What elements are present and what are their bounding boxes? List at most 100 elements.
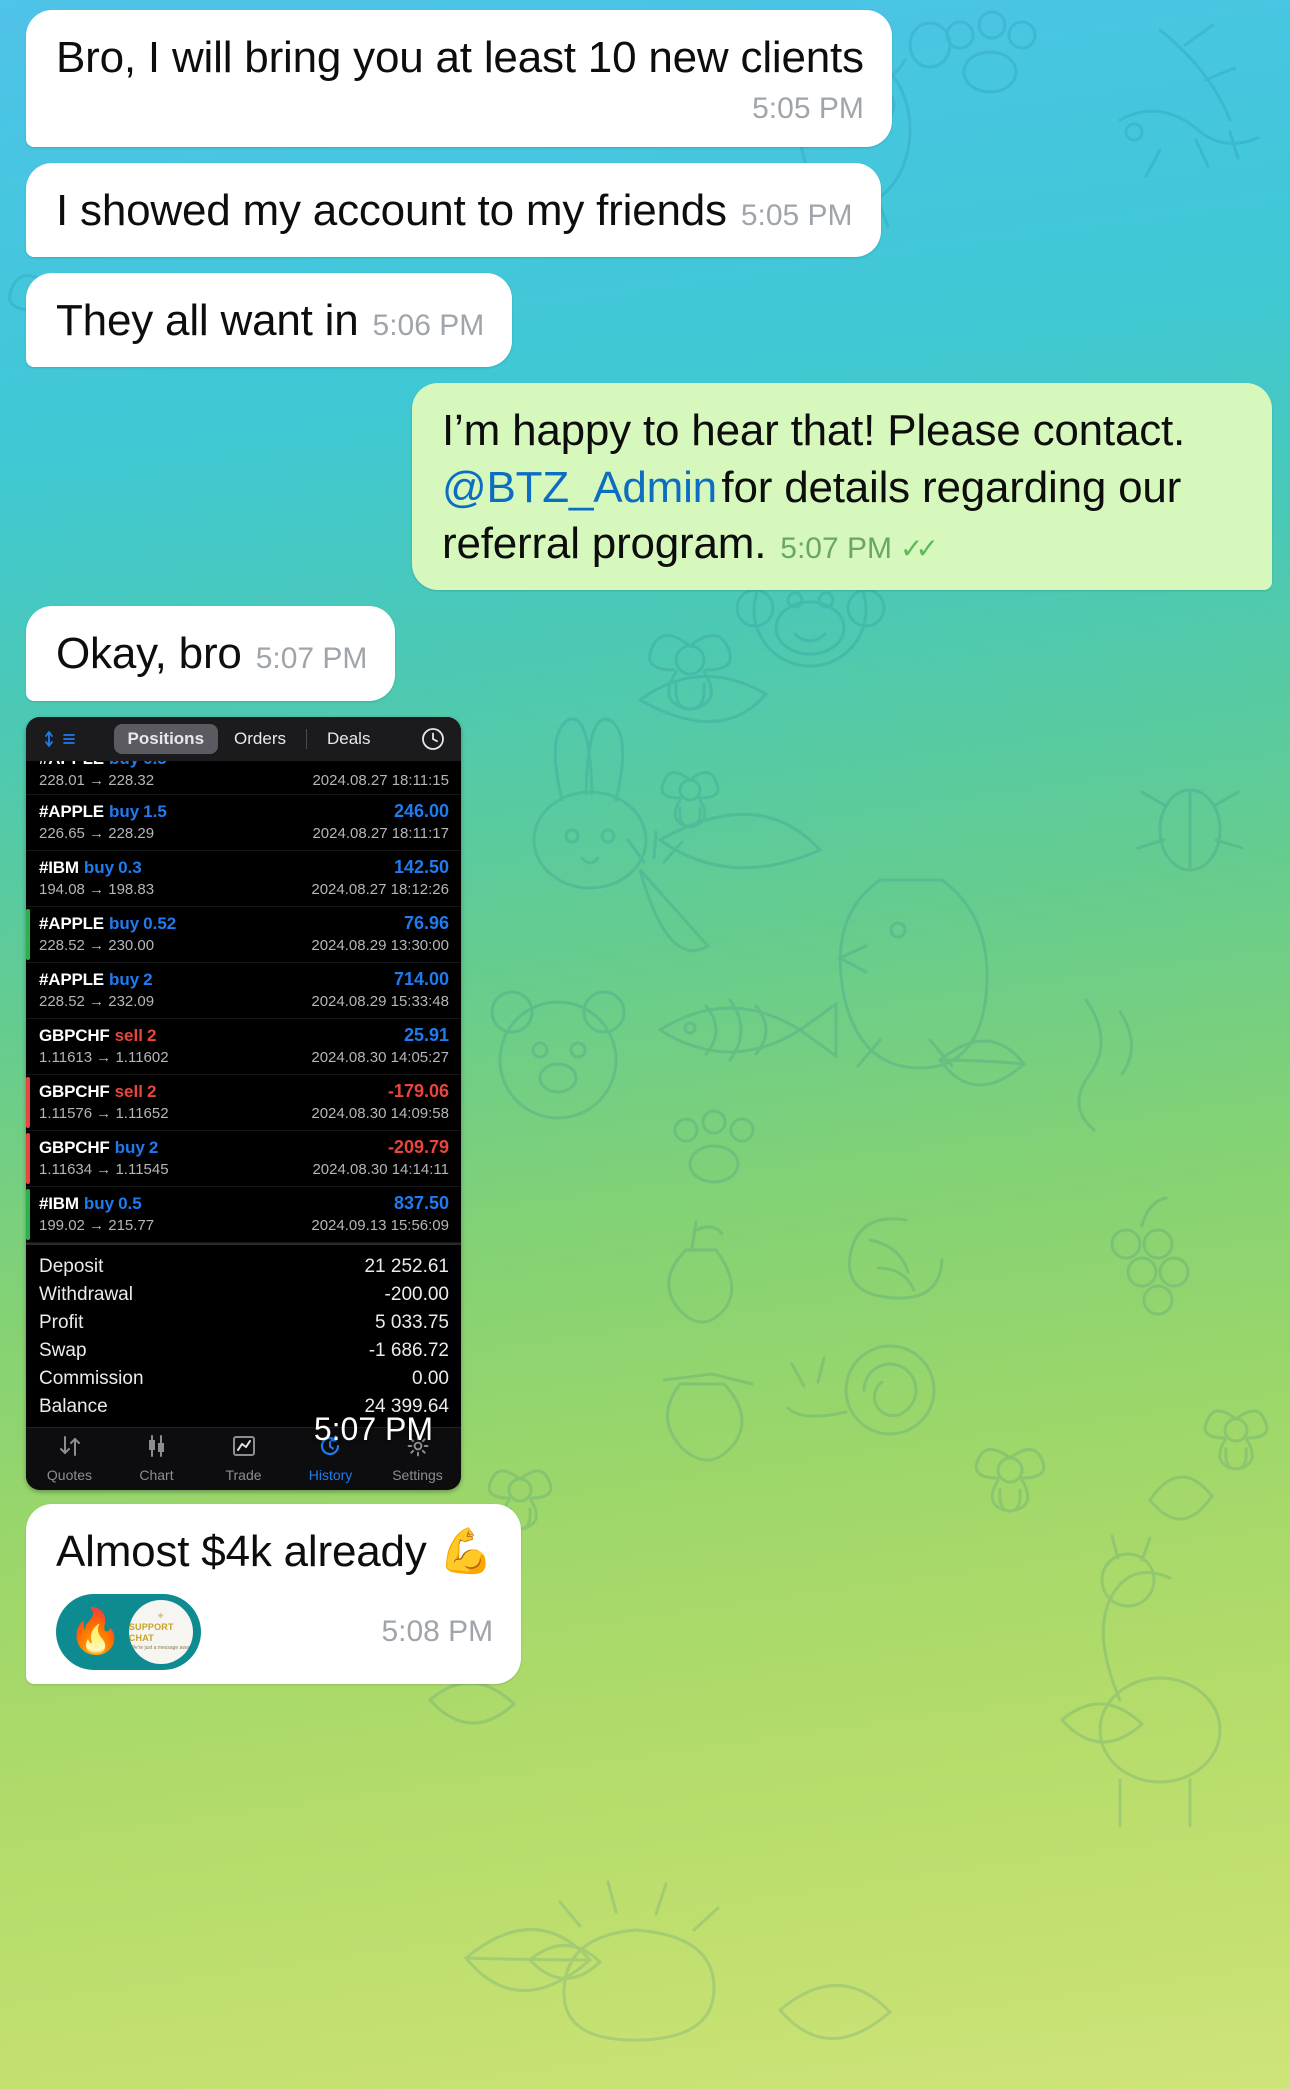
trade-open-price: 1.11576 [39, 1104, 93, 1122]
table-row[interactable]: #APPLE buy 0.52 76.96 228.52 → 230.00 2024… [26, 907, 461, 963]
trade-close-price: 1.11602 [115, 1048, 169, 1066]
trade-side: buy [83, 1193, 115, 1213]
message-text-before: I’m happy to hear that! Please contact. [442, 406, 1186, 456]
trade-close-price: 1.11545 [115, 1160, 169, 1178]
message-row: I’m happy to hear that! Please contact. … [26, 383, 1272, 591]
row-status-bar [26, 1188, 30, 1240]
mt5-app-screenshot[interactable]: Positions Orders Deals 228.01 → 228.32 2… [26, 716, 461, 1490]
trade-open-price: 194.08 [39, 880, 85, 898]
summary-value: -200.00 [384, 1283, 449, 1305]
trade-close-price: 228.32 [108, 771, 155, 789]
sort-icon[interactable] [36, 730, 83, 748]
trade-volume: 2 [148, 1137, 159, 1157]
message-text: Okay, bro [56, 629, 242, 679]
quotes-icon [57, 1434, 83, 1463]
summary-row-withdrawal: Withdrawal -200.00 [39, 1281, 449, 1309]
telegram-chat-screen: Bro, I will bring you at least 10 new cl… [0, 0, 1290, 2089]
table-row[interactable]: #APPLE buy 2 714.00 228.52 → 232.09 2024.0… [26, 963, 461, 1019]
message-time: 5:05 PM [752, 92, 864, 126]
avatar-subtitle: We're just a message away [130, 1644, 192, 1651]
tab-deals[interactable]: Deals [313, 724, 384, 754]
mt5-trade-list: #APPLEbuy0.5 228.01 → 228.32 2024.08.27 … [26, 760, 461, 1243]
message-row: I showed my account to my friends 5:05 PM [26, 162, 1272, 258]
nav-label: Chart [139, 1466, 174, 1483]
summary-label: Profit [39, 1311, 84, 1333]
trade-datetime: 2024.08.30 14:14:11 [312, 1160, 449, 1178]
trade-prices: 199.02 → 215.77 [39, 1217, 154, 1234]
trade-volume: 2 [146, 1081, 157, 1101]
trade-close-price: 198.83 [108, 880, 155, 898]
message-time: 5:08 PM [381, 1614, 494, 1648]
trade-open-price: 228.01 [39, 771, 85, 789]
arrow-icon: → [96, 1160, 112, 1178]
trade-datetime: 2024.08.27 18:11:15 [312, 771, 449, 789]
message-text: Bro, I will bring you at least 10 new cl… [56, 33, 864, 82]
nav-label: Trade [225, 1466, 262, 1483]
message-row: Bro, I will bring you at least 10 new cl… [26, 10, 1272, 147]
trade-open-price: 228.52 [39, 992, 85, 1010]
trade-prices: 226.65 → 228.29 [39, 825, 154, 842]
message-row-image: Positions Orders Deals 228.01 → 228.32 2… [26, 716, 1272, 1490]
message-text: They all want in [56, 296, 359, 346]
trade-volume: 2 [143, 969, 153, 989]
trade-pnl: 837.50 [393, 1192, 449, 1213]
message-bubble-incoming[interactable]: They all want in 5:06 PM [26, 273, 513, 368]
row-status-bar [26, 1076, 30, 1128]
trade-prices: 1.11634 → 1.11545 [39, 1161, 169, 1178]
nav-item-trade[interactable]: Trade [200, 1434, 287, 1483]
tab-orders[interactable]: Orders [220, 724, 300, 754]
trade-symbol: #APPLE [39, 913, 104, 933]
clock-icon[interactable] [415, 727, 451, 751]
trade-prices: 228.01 → 228.32 [39, 772, 154, 789]
reaction-pill[interactable]: 🔥 ❈ SUPPORT CHAT We're just a message aw… [56, 1593, 201, 1670]
message-bubble-incoming[interactable]: Okay, bro 5:07 PM [26, 606, 396, 701]
table-row[interactable]: #APPLE buy 1.5 246.00 226.65 → 228.29 2024… [26, 795, 461, 851]
message-bubble-incoming[interactable]: I showed my account to my friends 5:05 PM [26, 162, 881, 258]
table-row[interactable]: #IBM buy 0.3 142.50 194.08 → 198.83 2024.0… [26, 851, 461, 907]
table-row[interactable]: #APPLE buy 0.5 228.01 → 228.32 2024.08.27 … [26, 761, 461, 795]
fire-emoji-icon: 🔥 [68, 1606, 123, 1656]
trade-prices: 1.11576 → 1.11652 [39, 1105, 169, 1122]
arrow-icon: → [89, 880, 105, 898]
summary-value: 5 033.75 [375, 1311, 449, 1333]
trade-pnl: -209.79 [387, 1136, 449, 1157]
trade-side: buy [108, 801, 140, 821]
summary-value: -1 686.72 [368, 1339, 449, 1361]
trade-datetime: 2024.09.13 15:56:09 [311, 1216, 449, 1234]
nav-item-chart[interactable]: Chart [113, 1434, 200, 1483]
trade-open-price: 1.11613 [39, 1048, 93, 1066]
message-bubble-outgoing[interactable]: I’m happy to hear that! Please contact. … [412, 383, 1272, 591]
mt5-account-summary: Deposit 21 252.61 Withdrawal -200.00 Pro… [26, 1242, 461, 1427]
message-bubble-incoming[interactable]: Bro, I will bring you at least 10 new cl… [26, 10, 892, 147]
table-row[interactable]: #IBM buy 0.5 837.50 199.02 → 215.77 2024.0… [26, 1187, 461, 1243]
nav-item-quotes[interactable]: Quotes [26, 1434, 113, 1483]
row-status-bar [26, 908, 30, 960]
trade-side: buy [83, 857, 115, 877]
table-row[interactable]: GBPCHF buy 2 -209.79 1.11634 → 1.11545 202… [26, 1131, 461, 1187]
trade-open-price: 226.65 [39, 824, 85, 842]
arrow-icon: → [89, 1216, 105, 1234]
arrow-icon: → [96, 1104, 112, 1122]
trade-side: buy [108, 913, 140, 933]
arrow-icon: → [89, 771, 105, 789]
trade-prices: 1.11613 → 1.11602 [39, 1049, 169, 1066]
trade-side: buy [114, 1137, 145, 1157]
message-bubble-incoming[interactable]: Almost $4k already 💪 🔥 ❈ SUPPORT CHAT We… [26, 1503, 522, 1684]
summary-label: Balance [39, 1395, 108, 1417]
message-row: Okay, bro 5:07 PM [26, 606, 1272, 701]
summary-row-deposit: Deposit 21 252.61 [39, 1253, 449, 1281]
arrow-icon: → [96, 1048, 112, 1066]
trade-prices: 228.52 → 232.09 [39, 993, 154, 1010]
mention-link[interactable]: @BTZ_Admin [442, 463, 717, 512]
trade-volume: 2 [146, 1025, 157, 1045]
trade-pnl: 25.91 [403, 1024, 449, 1045]
table-row[interactable]: GBPCHF sell 2 25.91 1.11613 → 1.11602 2024… [26, 1019, 461, 1075]
trade-symbol: #IBM [39, 857, 79, 877]
tab-positions[interactable]: Positions [113, 723, 219, 754]
summary-value: 21 252.61 [364, 1255, 449, 1277]
table-row[interactable]: GBPCHF sell 2 -179.06 1.11576 → 1.11652 20… [26, 1075, 461, 1131]
summary-row-commission: Commission 0.00 [39, 1365, 449, 1393]
trade-side: buy [108, 969, 140, 989]
arrow-icon: → [89, 936, 105, 954]
tab-divider [306, 728, 307, 749]
